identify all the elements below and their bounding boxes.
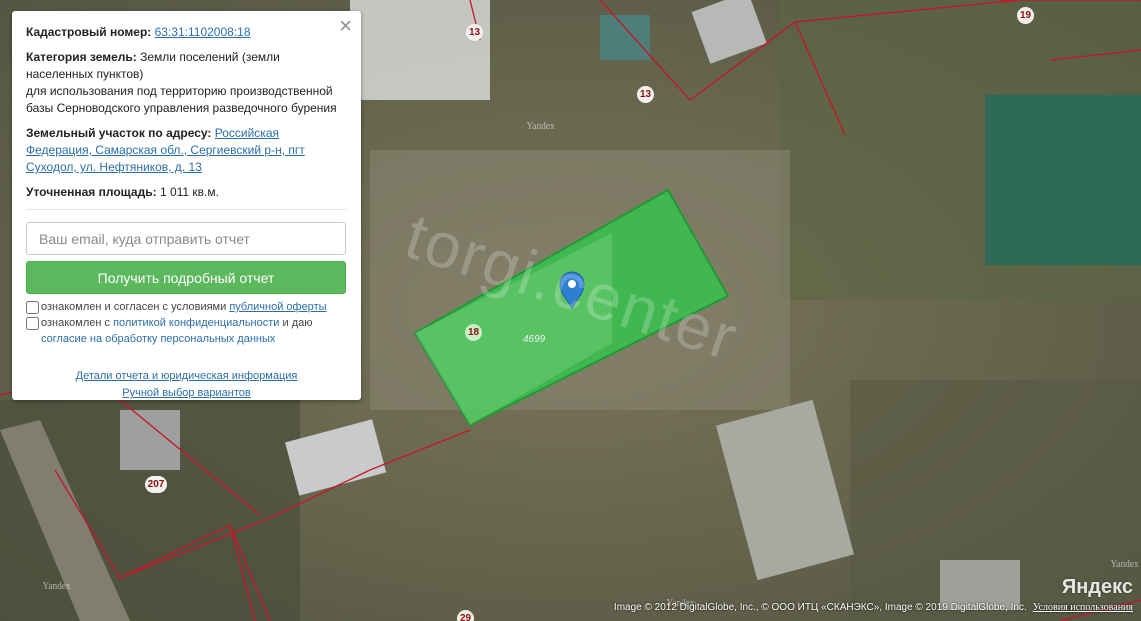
yandex-watermark: Yandex (1110, 558, 1139, 570)
cadastral-label: Кадастровый номер: (26, 25, 152, 39)
privacy-text: ознакомлен с политикой конфиденциальност… (41, 316, 313, 331)
yandex-logo[interactable]: Яндекс (1062, 576, 1133, 599)
parcel-info-panel: × Кадастровый номер: 63:31:1102008:18 Ка… (12, 11, 361, 400)
offer-text: ознакомлен и согласен с условиями публич… (41, 300, 327, 315)
yandex-watermark: Yandex (526, 120, 555, 132)
address-label: Земельный участок по адресу: (26, 126, 212, 140)
offer-label: ознакомлен и согласен с условиями (41, 301, 227, 313)
privacy-link[interactable]: политикой конфиденциальности (113, 317, 279, 329)
consent-privacy: ознакомлен с политикой конфиденциальност… (26, 316, 347, 331)
address-row: Земельный участок по адресу: Российская … (26, 125, 347, 176)
parcel-number-marker[interactable]: 13 (466, 24, 483, 41)
offer-link[interactable]: публичной оферты (229, 301, 326, 313)
privacy-and: и даю (282, 317, 313, 329)
parcel-number-marker[interactable]: 207 (145, 476, 167, 493)
map-copyright: Image © 2012 DigitalGlobe, Inc., © ООО И… (614, 602, 1133, 613)
parcel-number-marker[interactable]: 29 (457, 610, 474, 621)
usage-text: для использования под территорию произво… (26, 84, 337, 115)
get-report-button[interactable]: Получить подробный отчет (26, 261, 346, 294)
area-value: 1 011 кв.м. (159, 185, 219, 199)
privacy-label: ознакомлен с (41, 317, 111, 329)
divider (26, 209, 347, 210)
cadastral-row: Кадастровый номер: 63:31:1102008:18 (26, 24, 347, 41)
parcel-area-label: 4699 (523, 334, 546, 345)
footer-links: Детали отчета и юридическая информация Р… (26, 368, 347, 402)
copyright-text: Image © 2012 DigitalGlobe, Inc., © ООО И… (613, 602, 1027, 613)
area-label: Уточненная площадь: (26, 185, 157, 199)
email-input[interactable] (26, 222, 346, 255)
category-label: Категория земель: (26, 50, 137, 64)
area-row: Уточненная площадь: 1 011 кв.м. (26, 184, 347, 201)
green-roof-building (985, 95, 1141, 265)
parcel-number-marker[interactable]: 18 (465, 324, 482, 341)
consent-data-row: согласие на обработку персональных данны… (26, 332, 347, 347)
cadastral-number-link[interactable]: 63:31:1102008:18 (155, 25, 251, 39)
consent-checkboxes: ознакомлен и согласен с условиями публич… (26, 300, 347, 347)
consent-offer: ознакомлен и согласен с условиями публич… (26, 300, 347, 315)
parcel-number-marker[interactable]: 13 (637, 86, 654, 103)
privacy-checkbox[interactable] (26, 317, 39, 330)
terms-link[interactable]: Условия использования (1033, 602, 1133, 613)
details-link[interactable]: Детали отчета и юридическая информация (76, 370, 298, 382)
data-consent-link[interactable]: согласие на обработку персональных данны… (41, 333, 275, 345)
parcel-number-marker[interactable]: 19 (1017, 7, 1034, 24)
manual-selection-link[interactable]: Ручной выбор вариантов (122, 387, 250, 399)
category-row: Категория земель: Земли поселений (земли… (26, 49, 347, 117)
yandex-watermark: Yandex (42, 580, 71, 592)
offer-checkbox[interactable] (26, 301, 39, 314)
building-roof (350, 0, 490, 100)
close-icon[interactable]: × (339, 14, 352, 38)
